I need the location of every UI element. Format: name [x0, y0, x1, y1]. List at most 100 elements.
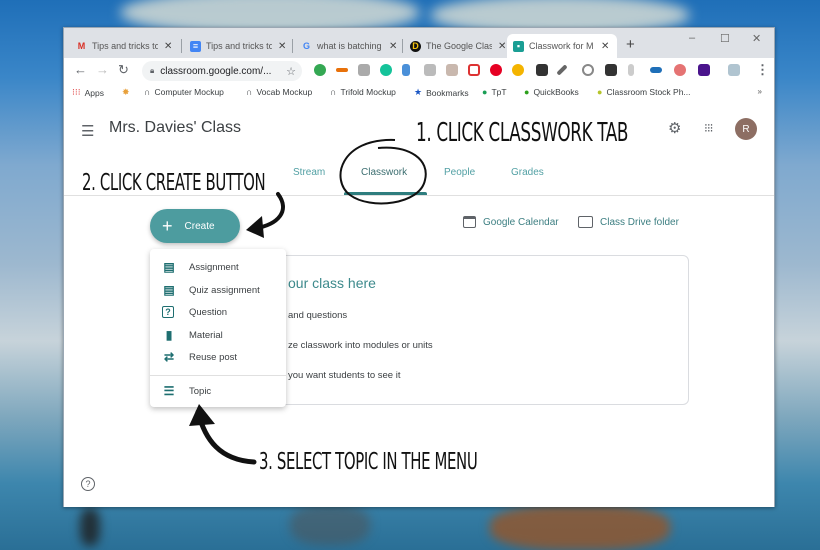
- browser-tab[interactable]: ≡ Tips and tricks to ✕: [184, 34, 292, 58]
- bookmarks-overflow-button[interactable]: »: [758, 87, 762, 96]
- browser-tab-active[interactable]: ▪ Classwork for M ✕: [507, 34, 617, 58]
- back-button[interactable]: ←: [74, 62, 87, 77]
- star-icon: ★: [414, 87, 423, 97]
- card-line: ze classwork into modules or units: [288, 340, 433, 351]
- class-title[interactable]: Mrs. Davies' Class: [109, 119, 241, 137]
- card-line: you want students to see it: [288, 370, 401, 381]
- bookmark-apps[interactable]: ⁝⁝⁝ Apps: [72, 87, 104, 98]
- avatar[interactable]: R: [735, 118, 757, 140]
- colorful-icon: ✸: [122, 87, 130, 97]
- close-tab-icon[interactable]: ✕: [164, 41, 172, 52]
- extension-icon[interactable]: [582, 64, 594, 76]
- help-icon[interactable]: ?: [81, 477, 95, 491]
- bookmark-classroom-stock[interactable]: ● Classroom Stock Ph...: [597, 87, 691, 97]
- extension-icon[interactable]: [402, 64, 410, 76]
- folder-icon: [578, 216, 593, 228]
- create-button[interactable]: + Create: [150, 209, 240, 243]
- extension-icon[interactable]: [336, 68, 348, 72]
- menu-item-topic[interactable]: ☰ Topic: [150, 380, 286, 402]
- pdf-icon[interactable]: [446, 64, 458, 76]
- menu-item-assignment[interactable]: ▤ Assignment: [150, 256, 286, 278]
- extension-icon[interactable]: [512, 64, 524, 76]
- menu-kebab-icon[interactable]: ⋮: [756, 62, 769, 78]
- card-line: and questions: [288, 310, 348, 321]
- annotation-step-3: 3. SELECT TOPIC IN THE MENU: [259, 449, 478, 475]
- eyedropper-icon[interactable]: [556, 64, 568, 76]
- google-calendar-link[interactable]: Google Calendar: [463, 216, 559, 228]
- bookmark-quickbooks[interactable]: ● QuickBooks: [524, 87, 579, 97]
- bookmark-vocab-mockup[interactable]: ∩ Vocab Mockup: [246, 87, 312, 97]
- grammarly-icon[interactable]: [380, 64, 392, 76]
- browser-tab[interactable]: G what is batching ✕: [295, 34, 403, 58]
- bookmark-star-icon[interactable]: ☆: [286, 65, 296, 78]
- tab-separator: [181, 39, 182, 53]
- extension-icon[interactable]: [674, 64, 686, 76]
- bookmark-tpt[interactable]: ● TpT: [482, 87, 507, 97]
- extension-icon[interactable]: [628, 64, 634, 76]
- menu-item-quiz-assignment[interactable]: ▤ Quiz assignment: [150, 279, 286, 301]
- close-tab-icon[interactable]: ✕: [498, 41, 506, 52]
- mockup-icon: ∩: [246, 87, 253, 97]
- calendar-icon: [463, 216, 476, 228]
- class-drive-folder-link[interactable]: Class Drive folder: [578, 216, 679, 228]
- bookmark-bookmarks[interactable]: ★ Bookmarks: [414, 87, 469, 98]
- assignment-icon: ▤: [163, 260, 175, 274]
- extension-icon[interactable]: [728, 64, 740, 76]
- menu-item-reuse-post[interactable]: ⇄ Reuse post: [150, 346, 286, 368]
- extension-icon[interactable]: [605, 64, 617, 76]
- minimize-button[interactable]: –: [689, 32, 695, 44]
- menu-item-question[interactable]: ? Question: [150, 301, 286, 323]
- reload-button[interactable]: ↻: [118, 62, 129, 78]
- docs-icon: ≡: [190, 40, 201, 52]
- bookmark-computer-mockup[interactable]: ∩ Computer Mockup: [144, 87, 224, 97]
- url-text: classroom.google.com/...: [160, 65, 272, 77]
- extension-icon[interactable]: [314, 64, 326, 76]
- pinterest-icon[interactable]: [490, 64, 502, 76]
- extension-icon[interactable]: [698, 64, 710, 76]
- new-tab-button[interactable]: +: [626, 36, 635, 53]
- material-icon: ▮: [165, 328, 173, 342]
- rock-reflection: [490, 505, 670, 550]
- classroom-icon: ▪: [513, 40, 524, 52]
- menu-item-material[interactable]: ▮ Material: [150, 324, 286, 346]
- classroom-page: ☰ Mrs. Davies' Class ⚙ ⁝⁝⁝ R Stream Clas…: [64, 102, 774, 507]
- extension-icon[interactable]: [468, 64, 480, 76]
- plus-icon: +: [162, 215, 173, 236]
- address-bar[interactable]: 🔒︎ classroom.google.com/... ☆: [142, 61, 302, 81]
- apps-grid-icon: ⁝⁝⁝: [72, 87, 81, 97]
- bookmark-trifold-mockup[interactable]: ∩ Trifold Mockup: [330, 87, 396, 97]
- tab-stream[interactable]: Stream: [293, 167, 325, 178]
- close-tab-icon[interactable]: ✕: [389, 41, 397, 52]
- browser-tab[interactable]: D The Google Clas ✕: [404, 34, 512, 58]
- close-window-button[interactable]: ✕: [752, 32, 761, 45]
- tpt-icon: ●: [482, 87, 488, 97]
- lock-icon: 🔒︎: [150, 66, 155, 75]
- google-apps-icon[interactable]: ⁝⁝⁝: [704, 121, 714, 135]
- question-icon: ?: [162, 306, 174, 318]
- close-tab-icon[interactable]: ✕: [278, 41, 286, 52]
- extension-icon[interactable]: [536, 64, 548, 76]
- hamburger-menu-icon[interactable]: ☰: [81, 122, 94, 140]
- topic-icon: ☰: [163, 384, 175, 398]
- browser-tab[interactable]: M Tips and tricks to ✕: [70, 34, 178, 58]
- tab-classwork[interactable]: Classwork: [361, 167, 407, 178]
- bookmarks-bar: ⁝⁝⁝ Apps ✸ ∩ Computer Mockup ∩ Vocab Mockup…: [64, 84, 774, 102]
- extension-icon[interactable]: [424, 64, 436, 76]
- annotation-step-2: 2. CLICK CREATE BUTTON: [82, 170, 266, 196]
- person-silhouette: [80, 508, 100, 546]
- tab-grades[interactable]: Grades: [511, 167, 544, 178]
- close-tab-icon[interactable]: ✕: [601, 41, 609, 52]
- create-menu: ▤ Assignment ▤ Quiz assignment ? Questio…: [150, 249, 286, 407]
- settings-gear-icon[interactable]: ⚙: [668, 119, 681, 137]
- gmail-icon: M: [77, 41, 86, 51]
- tab-people[interactable]: People: [444, 167, 475, 178]
- maximize-button[interactable]: ☐: [720, 32, 730, 45]
- tab-separator: [402, 39, 403, 53]
- bookmark-item[interactable]: ✸: [122, 87, 134, 98]
- tab-strip: M Tips and tricks to ✕ ≡ Tips and tricks…: [64, 28, 774, 58]
- stock-photo-icon: ●: [597, 87, 603, 97]
- extension-icon[interactable]: [650, 67, 662, 73]
- forward-button[interactable]: →: [96, 62, 109, 77]
- extension-icon[interactable]: [358, 64, 370, 76]
- rock-reflection: [290, 505, 370, 545]
